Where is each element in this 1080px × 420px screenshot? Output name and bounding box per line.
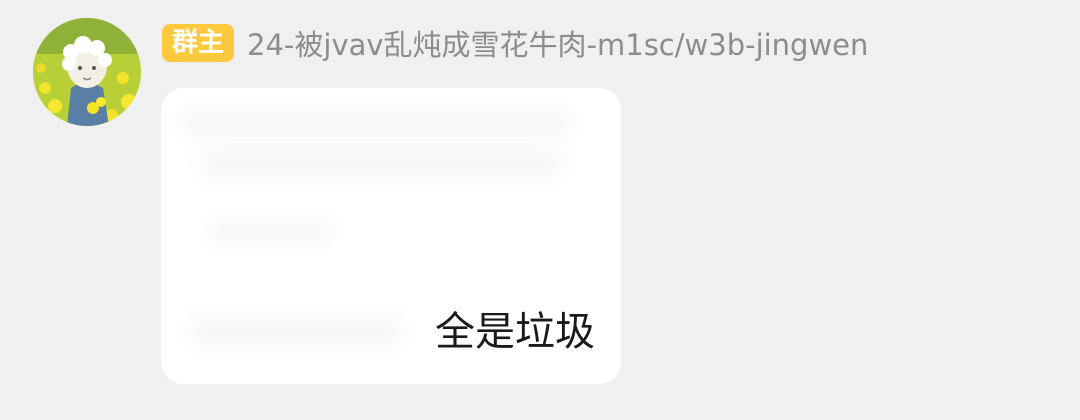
group-owner-badge: 群主 <box>162 24 235 62</box>
faded-background-artifact <box>181 110 571 136</box>
faded-background-artifact <box>211 220 331 242</box>
sender-avatar[interactable] <box>33 18 141 126</box>
sender-name[interactable]: 24-被jvav乱炖成雪花牛肉-m1sc/w3b-jingwen <box>247 22 868 64</box>
faded-background-artifact <box>201 148 561 178</box>
message-text: 全是垃圾 <box>435 309 595 355</box>
message-header: 群主 24-被jvav乱炖成雪花牛肉-m1sc/w3b-jingwen <box>162 22 868 64</box>
message-bubble[interactable]: 全是垃圾 <box>161 88 621 384</box>
faded-background-artifact <box>191 316 401 346</box>
avatar-photo-icon <box>33 18 141 126</box>
